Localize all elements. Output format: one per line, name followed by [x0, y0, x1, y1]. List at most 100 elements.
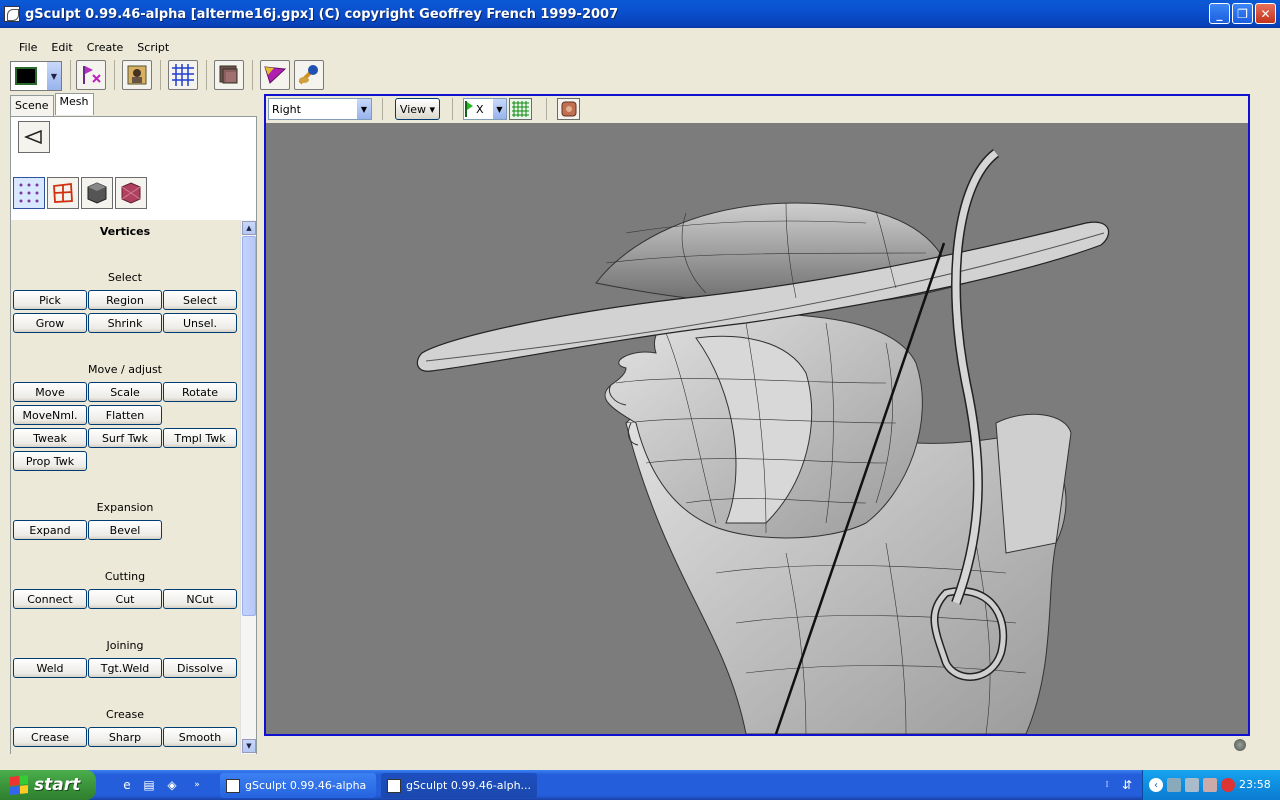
view-direction-select[interactable]: Right ▼	[268, 98, 372, 120]
chevron-right-icon[interactable]: »	[188, 776, 206, 794]
taskbar-item-gsculpt-1[interactable]: gSculpt 0.99.46-alpha	[220, 773, 376, 798]
rotate-button[interactable]: Rotate	[163, 382, 237, 402]
bevel-button[interactable]: Bevel	[88, 520, 162, 540]
start-button[interactable]: start	[0, 770, 96, 800]
section-title-move: Move / adjust	[88, 363, 162, 376]
prop-tweak-button[interactable]: Prop Twk	[13, 451, 87, 471]
chevron-left-icon[interactable]: ‹	[1149, 778, 1163, 792]
select-button[interactable]: Select	[163, 290, 237, 310]
title-bar: gSculpt 0.99.46-alpha [alterme16j.gpx] (…	[0, 0, 1280, 28]
tweak-button[interactable]: Tweak	[13, 428, 87, 448]
close-button[interactable]: ✕	[1255, 3, 1276, 24]
vertex-tools-panel: Vertices Select Pick Region Select Grow …	[10, 220, 257, 754]
view-menu-button[interactable]: View ▾	[395, 98, 440, 120]
system-tray: ‹ 23:58	[1142, 770, 1280, 800]
menu-edit[interactable]: Edit	[44, 40, 79, 56]
speaker-icon[interactable]	[1185, 778, 1199, 792]
app-icon[interactable]	[4, 6, 20, 22]
sculpt-model	[416, 149, 1110, 734]
security-icon[interactable]	[1203, 778, 1217, 792]
chevron-down-icon[interactable]: ▼	[493, 99, 506, 119]
camera-icon[interactable]	[557, 98, 580, 120]
scale-button[interactable]: Scale	[88, 382, 162, 402]
shrink-button[interactable]: Shrink	[88, 313, 162, 333]
clock: 23:58	[1239, 778, 1271, 791]
menu-bar: File Edit Create Script	[12, 40, 176, 56]
status-indicator	[1234, 739, 1246, 751]
scroll-up-icon[interactable]: ▲	[242, 221, 256, 235]
restore-button[interactable]: ❐	[1232, 3, 1253, 24]
tab-mesh[interactable]: Mesh	[54, 93, 94, 115]
task-label: gSculpt 0.99.46-alph...	[406, 779, 532, 792]
vertex-mode-icon[interactable]	[13, 177, 45, 209]
pick-button[interactable]: Pick	[13, 290, 87, 310]
surf-tweak-button[interactable]: Surf Twk	[88, 428, 162, 448]
grip-icon: ⁞	[1105, 780, 1109, 790]
grid-toggle-icon[interactable]	[509, 98, 532, 120]
panel-scrollbar[interactable]: ▲ ▼	[240, 220, 256, 754]
gsculpt-quicklaunch-icon[interactable]: ◈	[163, 776, 181, 794]
triangle-tool-icon[interactable]	[260, 60, 290, 90]
flatten-button[interactable]: Flatten	[88, 405, 162, 425]
windows-logo-icon	[10, 775, 28, 795]
main-toolbar	[0, 58, 1280, 92]
network-icon[interactable]: ⇵	[1118, 776, 1136, 794]
connect-button[interactable]: Connect	[13, 589, 87, 609]
viewport[interactable]: Right ▼ View ▾ X ▼	[264, 94, 1250, 736]
window-title: gSculpt 0.99.46-alpha [alterme16j.gpx] (…	[25, 6, 619, 22]
task-label: gSculpt 0.99.46-alpha	[245, 779, 367, 792]
back-arrow-icon[interactable]	[18, 121, 50, 153]
explorer-icon[interactable]: ▤	[140, 776, 158, 794]
scroll-thumb[interactable]	[242, 236, 256, 616]
face-mode-icon[interactable]	[81, 177, 113, 209]
minimize-button[interactable]: _	[1209, 3, 1230, 24]
taskbar: start e ▤ ◈ » gSculpt 0.99.46-alpha gScu…	[0, 770, 1280, 800]
weld-button[interactable]: Weld	[13, 658, 87, 678]
taskbar-item-gsculpt-2[interactable]: gSculpt 0.99.46-alph...	[381, 773, 537, 798]
body-mode-icon[interactable]	[115, 177, 147, 209]
axis-select[interactable]: X ▼	[463, 98, 507, 120]
target-weld-button[interactable]: Tgt.Weld	[88, 658, 162, 678]
move-button[interactable]: Move	[13, 382, 87, 402]
ncut-button[interactable]: NCut	[163, 589, 237, 609]
smooth-button[interactable]: Smooth	[163, 727, 237, 747]
tab-scene[interactable]: Scene	[10, 95, 54, 117]
unselect-button[interactable]: Unsel.	[163, 313, 237, 333]
chevron-down-icon[interactable]: ▼	[357, 99, 371, 119]
layers-icon[interactable]	[214, 60, 244, 90]
monitor-icon[interactable]	[1167, 778, 1181, 792]
crease-button[interactable]: Crease	[13, 727, 87, 747]
section-title-crease: Crease	[106, 708, 144, 721]
portrait-icon[interactable]	[122, 60, 152, 90]
template-tweak-button[interactable]: Tmpl Twk	[163, 428, 237, 448]
menu-script[interactable]: Script	[130, 40, 176, 56]
menu-file[interactable]: File	[12, 40, 44, 56]
sharp-button[interactable]: Sharp	[88, 727, 162, 747]
section-title-expansion: Expansion	[96, 501, 154, 514]
axis-flag-icon	[465, 101, 473, 117]
viewport-canvas[interactable]	[266, 123, 1248, 734]
panel-heading: Vertices	[99, 225, 151, 238]
scroll-down-icon[interactable]: ▼	[242, 739, 256, 753]
region-button[interactable]: Region	[88, 290, 162, 310]
menu-create[interactable]: Create	[80, 40, 131, 56]
cut-button[interactable]: Cut	[88, 589, 162, 609]
move-normal-button[interactable]: MoveNml.	[13, 405, 87, 425]
shield-icon[interactable]	[1221, 778, 1235, 792]
gsculpt-icon	[387, 778, 401, 793]
grid-icon[interactable]	[168, 60, 198, 90]
section-title-joining: Joining	[106, 639, 144, 652]
edge-mode-icon[interactable]	[47, 177, 79, 209]
view-direction-value: Right	[272, 102, 301, 116]
grow-button[interactable]: Grow	[13, 313, 87, 333]
dissolve-button[interactable]: Dissolve	[163, 658, 237, 678]
mode-panel	[10, 116, 257, 220]
flag-x-icon[interactable]	[76, 60, 106, 90]
browser-icon[interactable]: e	[118, 776, 136, 794]
panel-tabs: Scene Mesh	[10, 93, 95, 117]
section-title-select: Select	[108, 271, 142, 284]
viewport-toolbar: Right ▼ View ▾ X ▼	[266, 96, 1248, 123]
brush-icon[interactable]	[294, 60, 324, 90]
view-menu-label: View	[399, 102, 427, 116]
expand-button[interactable]: Expand	[13, 520, 87, 540]
